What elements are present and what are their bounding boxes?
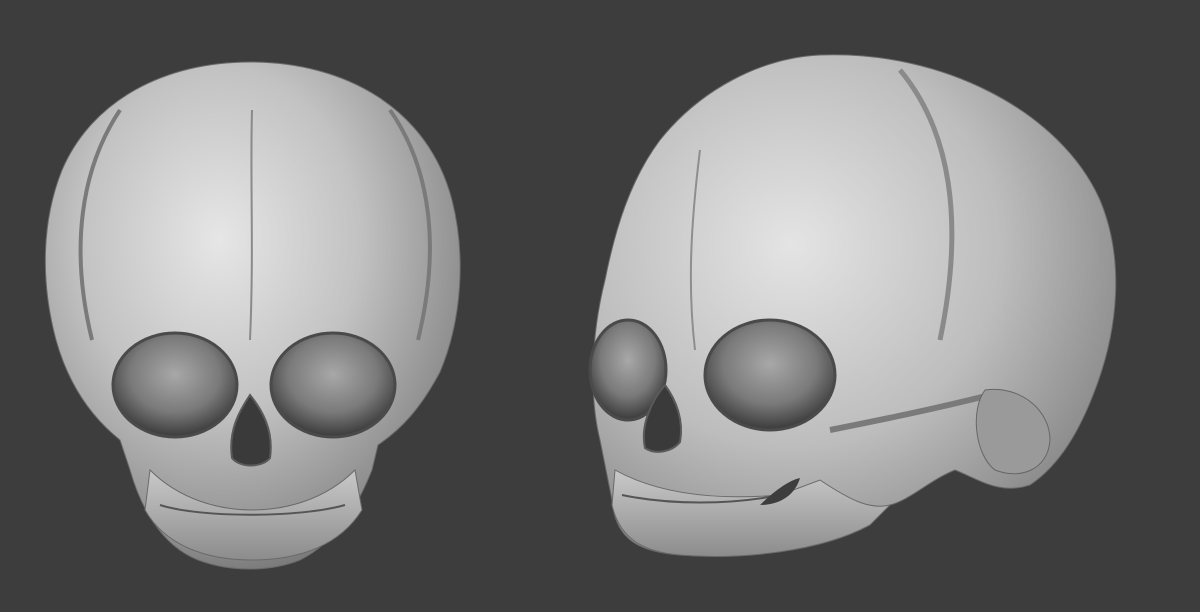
cranium [44,61,461,570]
cranium [592,54,1117,557]
orbit-right [269,331,397,439]
skull-three-quarter-view [588,54,1117,557]
orbit-left [111,331,239,439]
orbit-right [703,318,837,432]
render-viewport [0,0,1200,612]
skull-front-view [44,61,461,570]
render-canvas [44,54,1117,570]
